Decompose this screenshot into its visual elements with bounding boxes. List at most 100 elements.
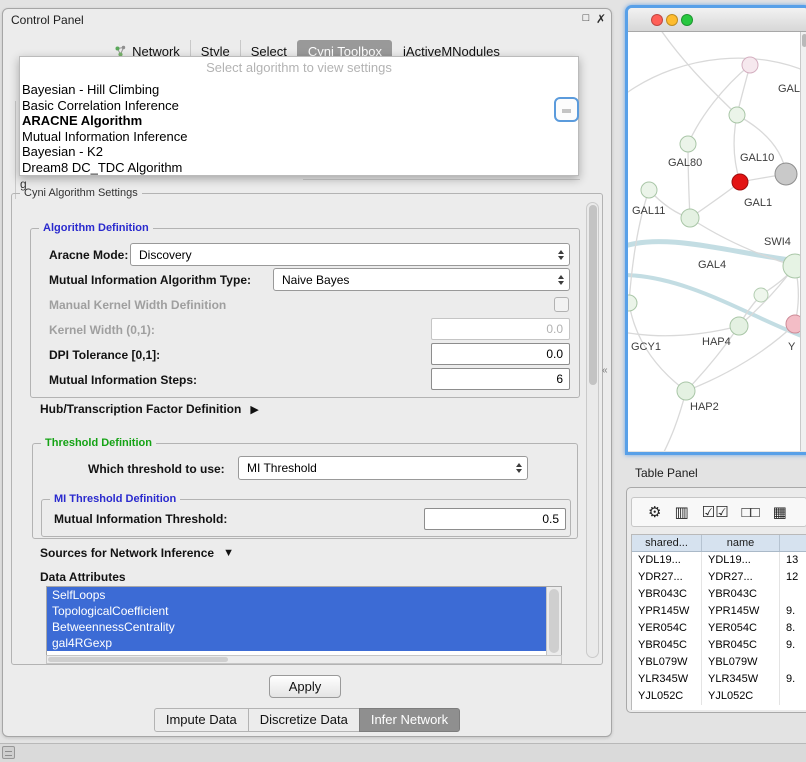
kernel-width-label: Kernel Width (0,1):: [49, 323, 155, 338]
node-label: GAL11: [632, 205, 665, 217]
clipped-toolbar-icon[interactable]: ▦: [773, 505, 787, 520]
attributes-vertical-scrollbar[interactable]: [546, 587, 561, 655]
dropdown-item-dream8-dc-tdc-algorithm[interactable]: Dream8 DC_TDC Algorithm: [20, 160, 578, 176]
columns-icon[interactable]: ▥: [674, 505, 688, 520]
kernel-width-field[interactable]: 0.0: [431, 318, 570, 340]
dropdown-item-bayesian-k2[interactable]: Bayesian - K2: [20, 144, 578, 160]
sources-section-toggle[interactable]: Sources for Network Inference ▼: [40, 546, 234, 560]
hub-section-toggle[interactable]: Hub/Transcription Factor Definition ▶: [40, 402, 259, 416]
network-edge[interactable]: [688, 65, 750, 144]
manual-kernel-checkbox[interactable]: [554, 297, 569, 312]
group-title: MI Threshold Definition: [50, 492, 180, 507]
table-row[interactable]: YDR27...YDR27...12: [632, 569, 806, 586]
table-cell: YBR045C: [632, 637, 702, 654]
attribute-item-gal4rgexp[interactable]: gal4RGexp: [47, 635, 546, 651]
collapse-down-icon: ▼: [223, 547, 234, 559]
dropdown-item-mutual-information-inference[interactable]: Mutual Information Inference: [20, 129, 578, 145]
mi-threshold-field[interactable]: 0.5: [424, 508, 566, 530]
network-node[interactable]: [775, 163, 797, 185]
column-header-col3[interactable]: [780, 535, 806, 551]
float-window-icon[interactable]: □: [579, 12, 593, 28]
attribute-item-betweennesscentrality[interactable]: BetweennessCentrality: [47, 619, 546, 635]
network-node[interactable]: [681, 209, 699, 227]
table-cell: YDL19...: [702, 552, 780, 569]
attribute-item-selfloops[interactable]: SelfLoops: [47, 587, 546, 603]
network-canvas-svg: GALGAL80GAL10GAL11GAL1SWI4GAL4GCY1HAP4YH…: [628, 32, 806, 451]
mi-type-select[interactable]: Naive Bayes: [273, 268, 570, 291]
network-node[interactable]: [730, 317, 748, 335]
algorithm-dropdown-list: Bayesian - Hill ClimbingBasic Correlatio…: [20, 82, 578, 175]
network-edge[interactable]: [658, 32, 737, 115]
panel-collapse-handle[interactable]: «: [602, 365, 608, 376]
network-vertical-scrollbar[interactable]: [800, 32, 806, 451]
attribute-table: shared...name YDL19...YDL19...13YDR27...…: [631, 534, 806, 710]
network-node[interactable]: [732, 174, 748, 190]
dropdown-item-basic-correlation-inference[interactable]: Basic Correlation Inference: [20, 98, 578, 114]
tab-impute-data[interactable]: Impute Data: [154, 708, 249, 732]
gear-icon[interactable]: ⚙: [648, 505, 661, 520]
network-edge[interactable]: [628, 326, 739, 336]
attributes-horizontal-scrollbar[interactable]: [46, 655, 562, 664]
network-node[interactable]: [729, 107, 745, 123]
tab-infer-network[interactable]: Infer Network: [359, 708, 460, 732]
network-edge[interactable]: [662, 391, 686, 451]
select-all-columns-icon[interactable]: ☑☑: [702, 505, 729, 520]
table-row[interactable]: YDL19...YDL19...13: [632, 552, 806, 569]
node-label: GAL1: [744, 197, 772, 209]
table-row[interactable]: YER054CYER054C8.: [632, 620, 806, 637]
network-node[interactable]: [628, 295, 637, 311]
table-row[interactable]: YBR045CYBR045C9.: [632, 637, 806, 654]
network-node[interactable]: [754, 288, 768, 302]
algorithm-combo-button[interactable]: [554, 97, 579, 122]
table-cell: YBR043C: [632, 586, 702, 603]
column-header-name[interactable]: name: [702, 535, 780, 551]
scrollbar-thumb[interactable]: [589, 205, 597, 385]
table-row[interactable]: YBR043CYBR043C: [632, 586, 806, 603]
table-header-row: shared...name: [632, 535, 806, 552]
which-threshold-label: Which threshold to use:: [88, 462, 225, 477]
network-node[interactable]: [677, 382, 695, 400]
table-row[interactable]: YPR145WYPR145W9.: [632, 603, 806, 620]
apply-button[interactable]: Apply: [269, 675, 341, 698]
dpi-tolerance-field[interactable]: 0.0: [431, 343, 570, 365]
settings-vertical-scrollbar[interactable]: [586, 202, 599, 658]
group-title: Cyni Algorithm Settings: [20, 186, 142, 201]
aracne-mode-select[interactable]: Discovery: [130, 243, 570, 266]
node-label: HAP4: [702, 336, 731, 348]
close-light[interactable]: [651, 14, 663, 26]
scrollbar-thumb[interactable]: [802, 34, 806, 47]
which-threshold-select[interactable]: MI Threshold: [238, 456, 528, 480]
mi-steps-field[interactable]: 6: [431, 368, 570, 390]
network-window-titlebar[interactable]: [628, 8, 806, 32]
dropdown-item-aracne-algorithm[interactable]: ARACNE Algorithm: [20, 113, 578, 129]
unselect-all-columns-icon[interactable]: □□: [742, 505, 760, 520]
scrollbar-thumb[interactable]: [48, 657, 228, 662]
node-label: SWI4: [764, 236, 791, 248]
table-row[interactable]: YBL079WYBL079W: [632, 654, 806, 671]
network-canvas[interactable]: GALGAL80GAL10GAL11GAL1SWI4GAL4GCY1HAP4YH…: [628, 32, 806, 451]
network-edge[interactable]: [734, 115, 740, 182]
network-node[interactable]: [680, 136, 696, 152]
algorithm-dropdown-popup: Select algorithm to view settings Bayesi…: [19, 56, 579, 176]
tab-discretize-data[interactable]: Discretize Data: [248, 708, 360, 732]
node-label: HAP2: [690, 401, 719, 413]
network-node[interactable]: [641, 182, 657, 198]
minimize-light[interactable]: [666, 14, 678, 26]
scrollbar-thumb[interactable]: [549, 589, 559, 653]
column-header-shared[interactable]: shared...: [632, 535, 702, 551]
table-body: YDL19...YDL19...13YDR27...YDR27...12YBR0…: [632, 552, 806, 705]
dropdown-item-bayesian-hill-climbing[interactable]: Bayesian - Hill Climbing: [20, 82, 578, 98]
mi-steps-value: 6: [556, 372, 563, 386]
attribute-item-topologicalcoefficient[interactable]: TopologicalCoefficient: [47, 603, 546, 619]
network-edge[interactable]: [737, 115, 786, 174]
dock-panel-icon[interactable]: [2, 746, 15, 759]
network-edge[interactable]: [688, 144, 690, 218]
dropdown-placeholder: Select algorithm to view settings: [20, 60, 578, 75]
table-cell: 9.: [780, 603, 806, 620]
network-node[interactable]: [742, 57, 758, 73]
table-row[interactable]: YLR345WYLR345W9.: [632, 671, 806, 688]
zoom-light[interactable]: [681, 14, 693, 26]
table-row[interactable]: YJL052CYJL052C: [632, 688, 806, 705]
close-icon[interactable]: ✗: [594, 12, 608, 28]
kernel-width-value: 0.0: [546, 322, 563, 336]
